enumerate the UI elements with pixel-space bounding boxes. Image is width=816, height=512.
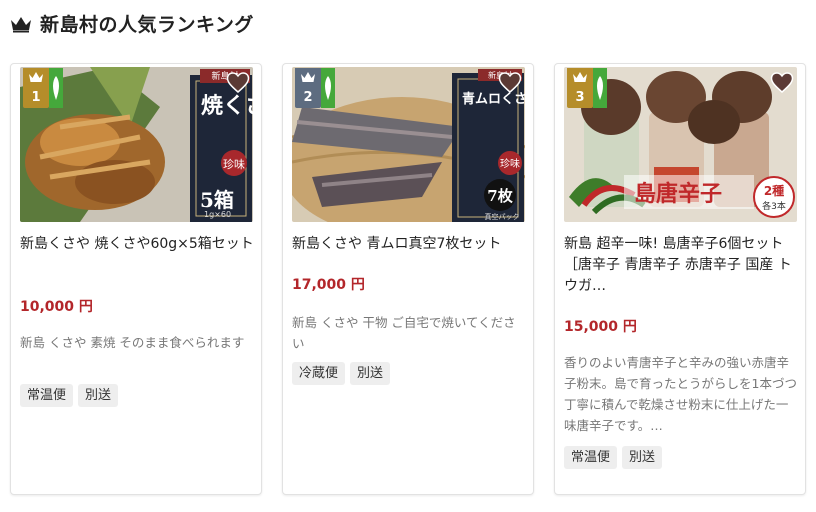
heart-icon (498, 72, 522, 93)
product-price: 17,000 円 (292, 277, 365, 293)
heart-icon (770, 72, 794, 93)
shipping-tags: 常温便 別送 (564, 446, 663, 469)
rank-badge: 2 (295, 68, 321, 108)
image-title-text: 焼くさや (201, 93, 253, 119)
shipping-tag: 冷蔵便 (292, 362, 346, 385)
favorite-button[interactable] (225, 70, 251, 96)
rank-badge: 3 (567, 68, 593, 108)
product-name[interactable]: 新島くさや 焼くさや60g×5箱セット (20, 234, 256, 255)
page-title: 新島村の人気ランキング (40, 14, 254, 36)
product-price: 15,000 円 (564, 319, 637, 335)
image-sub-text: 真空パック (485, 212, 520, 221)
image-sub-text: 各3本 (762, 200, 786, 212)
crown-icon (11, 16, 31, 32)
product-name[interactable]: 新島くさや 青ムロ真空7枚セット (292, 234, 528, 255)
leaf-icon (49, 68, 63, 108)
rank-number: 2 (303, 90, 313, 105)
image-title-text: 島唐辛子 (634, 181, 722, 207)
image-count-text: 5箱 (200, 188, 234, 212)
product-card[interactable]: 2 青ムロくさや 珍味 7枚 真空パック 新島村 (282, 63, 534, 495)
product-description: 新島 くさや 素焼 そのまま食べられます (20, 335, 245, 350)
product-name[interactable]: 新島 超辛一味! 島唐辛子6個セット ［唐辛子 青唐辛子 赤唐辛子 国産 トウガ… (564, 234, 800, 297)
rank-number: 1 (31, 90, 41, 105)
shipping-tag: 別送 (78, 384, 119, 407)
crown-icon (29, 72, 43, 82)
rank-number: 3 (575, 90, 585, 105)
image-count-text: 2種 (764, 183, 784, 198)
favorite-button[interactable] (769, 70, 795, 96)
shipping-tag: 常温便 (20, 384, 74, 407)
product-description: 新島 くさや 干物 ご自宅で焼いてください (292, 315, 516, 351)
shipping-tag: 常温便 (564, 446, 618, 469)
crown-icon (301, 72, 315, 82)
leaf-icon (593, 68, 607, 108)
leaf-icon (321, 68, 335, 108)
product-description: 香りのよい青唐辛子と辛みの強い赤唐辛子粉末。島で育ったとうがらしを1本づつ丁寧に… (564, 355, 797, 433)
product-card[interactable]: 3 島唐辛子 2種 各3本 新島 超辛一味! 島唐辛子6個セット ［唐辛子 青唐… (554, 63, 806, 495)
heart-icon (226, 72, 250, 93)
shipping-tags: 冷蔵便 別送 (292, 362, 391, 385)
image-mark-text: 珍味 (500, 158, 520, 170)
image-mark-text: 珍味 (223, 158, 245, 171)
shipping-tags: 常温便 別送 (20, 384, 119, 407)
ranking-header: 新島村の人気ランキング (10, 10, 254, 37)
product-card[interactable]: 1 珍味 焼くさや 5箱 1g×60 新島村 新島くさや 焼くさや60g×5 (10, 63, 262, 495)
rank-badge: 1 (23, 68, 49, 108)
image-sub-text: 1g×60 (204, 210, 231, 219)
favorite-button[interactable] (497, 70, 523, 96)
shipping-tag: 別送 (350, 362, 391, 385)
product-price: 10,000 円 (20, 299, 93, 315)
image-count-text: 7枚 (487, 187, 513, 205)
crown-icon (573, 72, 587, 82)
shipping-tag: 別送 (622, 446, 663, 469)
